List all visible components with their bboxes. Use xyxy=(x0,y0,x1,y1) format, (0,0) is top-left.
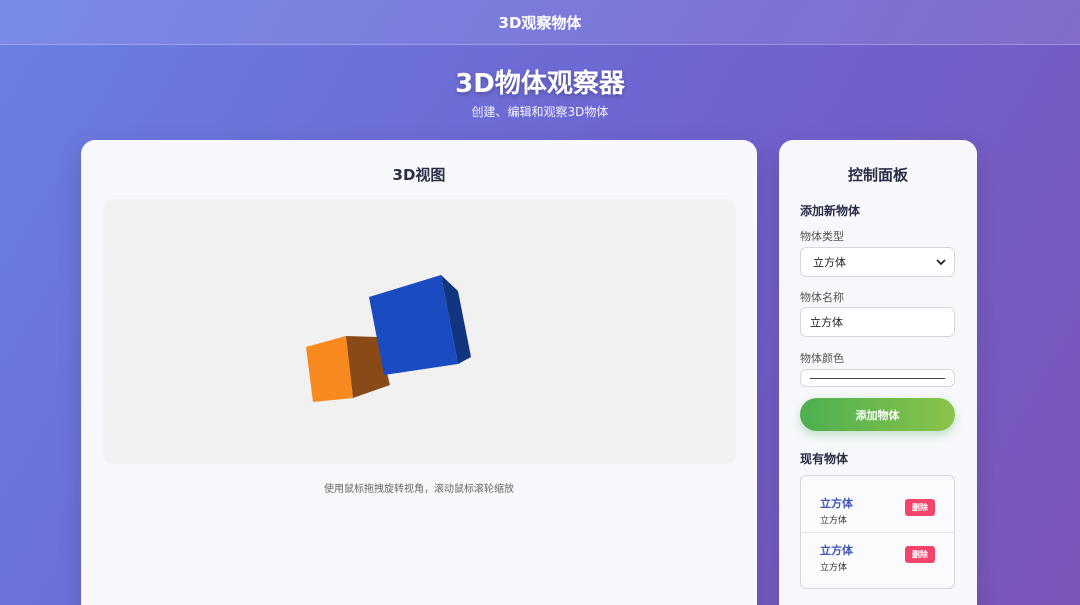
orange-cube-front-face xyxy=(306,336,353,402)
3d-viewport[interactable] xyxy=(103,199,736,464)
object-name-input[interactable]: 立方体 xyxy=(800,307,955,337)
object-color-picker[interactable] xyxy=(800,369,955,387)
object-type-label: 物体类型 xyxy=(800,230,844,243)
orange-cube[interactable] xyxy=(306,336,390,402)
object-item-type: 立方体 xyxy=(820,516,848,526)
viewport-hint: 使用鼠标拖拽旋转视角，滚动鼠标滚轮缩放 xyxy=(324,484,514,495)
delete-object-button[interactable]: 删除 xyxy=(905,499,935,516)
top-bar: 3D观察物体 xyxy=(0,0,1080,45)
blue-cube[interactable] xyxy=(369,275,471,375)
list-item[interactable]: 立方体 立方体 删除 xyxy=(801,532,954,578)
delete-object-button[interactable]: 删除 xyxy=(905,546,935,563)
view-card: 3D视图 使用鼠标拖拽旋转视角，滚动鼠标滚轮缩放 xyxy=(81,140,757,605)
page-subtitle: 创建、编辑和观察3D物体 xyxy=(471,105,609,119)
page-title: 3D物体观察器 xyxy=(455,69,625,99)
object-item-name[interactable]: 立方体 xyxy=(820,495,853,511)
object-name-label: 物体名称 xyxy=(800,291,844,304)
object-type-value: 立方体 xyxy=(813,256,846,269)
app-title: 3D观察物体 xyxy=(498,13,582,32)
list-item[interactable]: 立方体 立方体 删除 xyxy=(801,486,954,532)
object-name-value: 立方体 xyxy=(810,316,843,329)
panel-title: 控制面板 xyxy=(847,166,908,184)
add-object-button[interactable]: 添加物体 xyxy=(800,398,955,431)
view-title: 3D视图 xyxy=(392,166,446,184)
object-color-label: 物体颜色 xyxy=(800,352,844,365)
scene xyxy=(306,275,471,402)
object-item-type: 立方体 xyxy=(820,563,848,573)
existing-objects-heading: 现有物体 xyxy=(800,452,849,466)
color-swatch xyxy=(810,378,945,379)
chevron-down-icon xyxy=(936,259,946,266)
control-panel: 控制面板 添加新物体 物体类型 立方体 物体名称 立方体 物体颜色 添加物体 现… xyxy=(779,140,977,605)
add-object-heading: 添加新物体 xyxy=(800,204,861,218)
object-list: 立方体 立方体 删除 立方体 立方体 删除 xyxy=(800,475,955,589)
object-type-select[interactable]: 立方体 xyxy=(800,247,955,277)
object-item-name[interactable]: 立方体 xyxy=(820,542,853,558)
